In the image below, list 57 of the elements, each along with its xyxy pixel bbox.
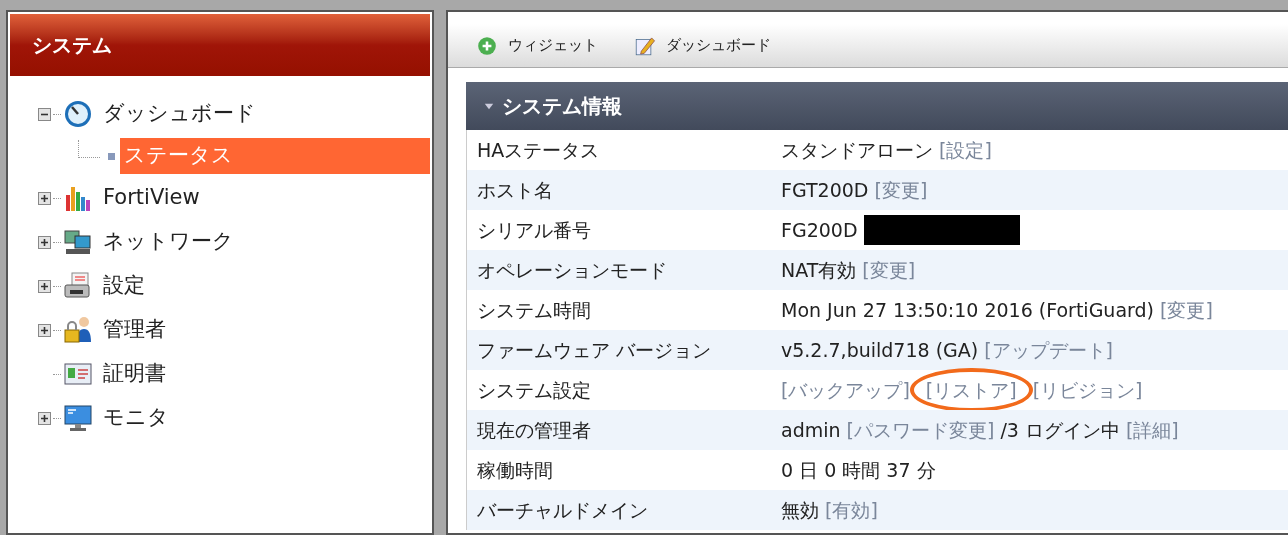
link[interactable]: [変更]: [862, 255, 916, 285]
field-value: FG200D: [781, 217, 858, 243]
monitor-icon: [63, 403, 93, 433]
field-value: 無効: [781, 497, 819, 523]
field-label: オペレーションモード: [476, 257, 668, 283]
tree-item[interactable]: 設定: [101, 270, 147, 302]
link[interactable]: [詳細]: [1125, 415, 1179, 445]
tree-item[interactable]: ネットワーク: [101, 226, 236, 258]
sidebar-header: システム: [10, 14, 430, 76]
expand-icon[interactable]: [38, 411, 51, 425]
link[interactable]: [バックアップ]: [781, 375, 910, 405]
lock-user-icon: [63, 315, 93, 345]
field-label: システム時間: [476, 297, 592, 323]
tree-item[interactable]: 管理者: [101, 314, 168, 346]
add-icon: [476, 34, 498, 57]
expand-icon[interactable]: [38, 323, 51, 337]
field-value: Mon Jun 27 13:50:10 2016 (FortiGuard): [781, 297, 1154, 323]
tree-item[interactable]: ステータス: [120, 138, 430, 174]
field-value: スタンドアローン: [781, 137, 933, 163]
link[interactable]: [有効]: [825, 495, 878, 525]
link[interactable]: [リストア]: [925, 375, 1017, 405]
field-value: FGT200D: [781, 177, 869, 203]
field-label: 稼働時間: [476, 457, 554, 483]
field-label: HAステータス: [476, 137, 601, 163]
computers-icon: [63, 227, 93, 257]
collapse-icon[interactable]: [38, 107, 51, 121]
field-value: NAT有効: [781, 257, 857, 283]
expand-icon[interactable]: [38, 235, 51, 249]
field-label: バーチャルドメイン: [476, 497, 649, 523]
pencil-icon: [634, 34, 656, 57]
toolbar-button[interactable]: ダッシュボード: [634, 34, 771, 57]
field-value: /3 ログイン中: [1000, 417, 1120, 443]
tree-item[interactable]: FortiView: [101, 182, 202, 214]
tree-item[interactable]: 証明書: [101, 358, 168, 390]
link[interactable]: [リビジョン]: [1032, 375, 1143, 405]
link[interactable]: [変更]: [874, 175, 928, 205]
tree-item[interactable]: モニタ: [101, 402, 171, 434]
tree-item[interactable]: ダッシュボード: [101, 98, 258, 130]
field-label: シリアル番号: [476, 217, 592, 243]
field-label: システム設定: [476, 377, 592, 403]
printer-icon: [63, 271, 93, 301]
widget-title: システム情報: [502, 93, 622, 120]
link[interactable]: [設定]: [939, 135, 992, 165]
expand-icon[interactable]: [38, 191, 51, 205]
link[interactable]: [アップデート]: [984, 335, 1114, 365]
field-label: ファームウェア バージョン: [476, 337, 713, 363]
field-value: admin: [781, 417, 841, 443]
expand-icon[interactable]: [38, 279, 51, 293]
field-label: 現在の管理者: [476, 417, 592, 443]
link[interactable]: [パスワード変更]: [846, 415, 995, 445]
field-value: 0 日 0 時間 37 分: [781, 457, 936, 483]
field-label: ホスト名: [476, 177, 554, 203]
toolbar-button[interactable]: ウィジェット: [476, 34, 598, 57]
bullet-icon: [108, 152, 115, 160]
gauge-icon: [63, 99, 93, 129]
field-value: v5.2.7,build718 (GA): [781, 337, 979, 363]
link[interactable]: [変更]: [1160, 295, 1213, 325]
